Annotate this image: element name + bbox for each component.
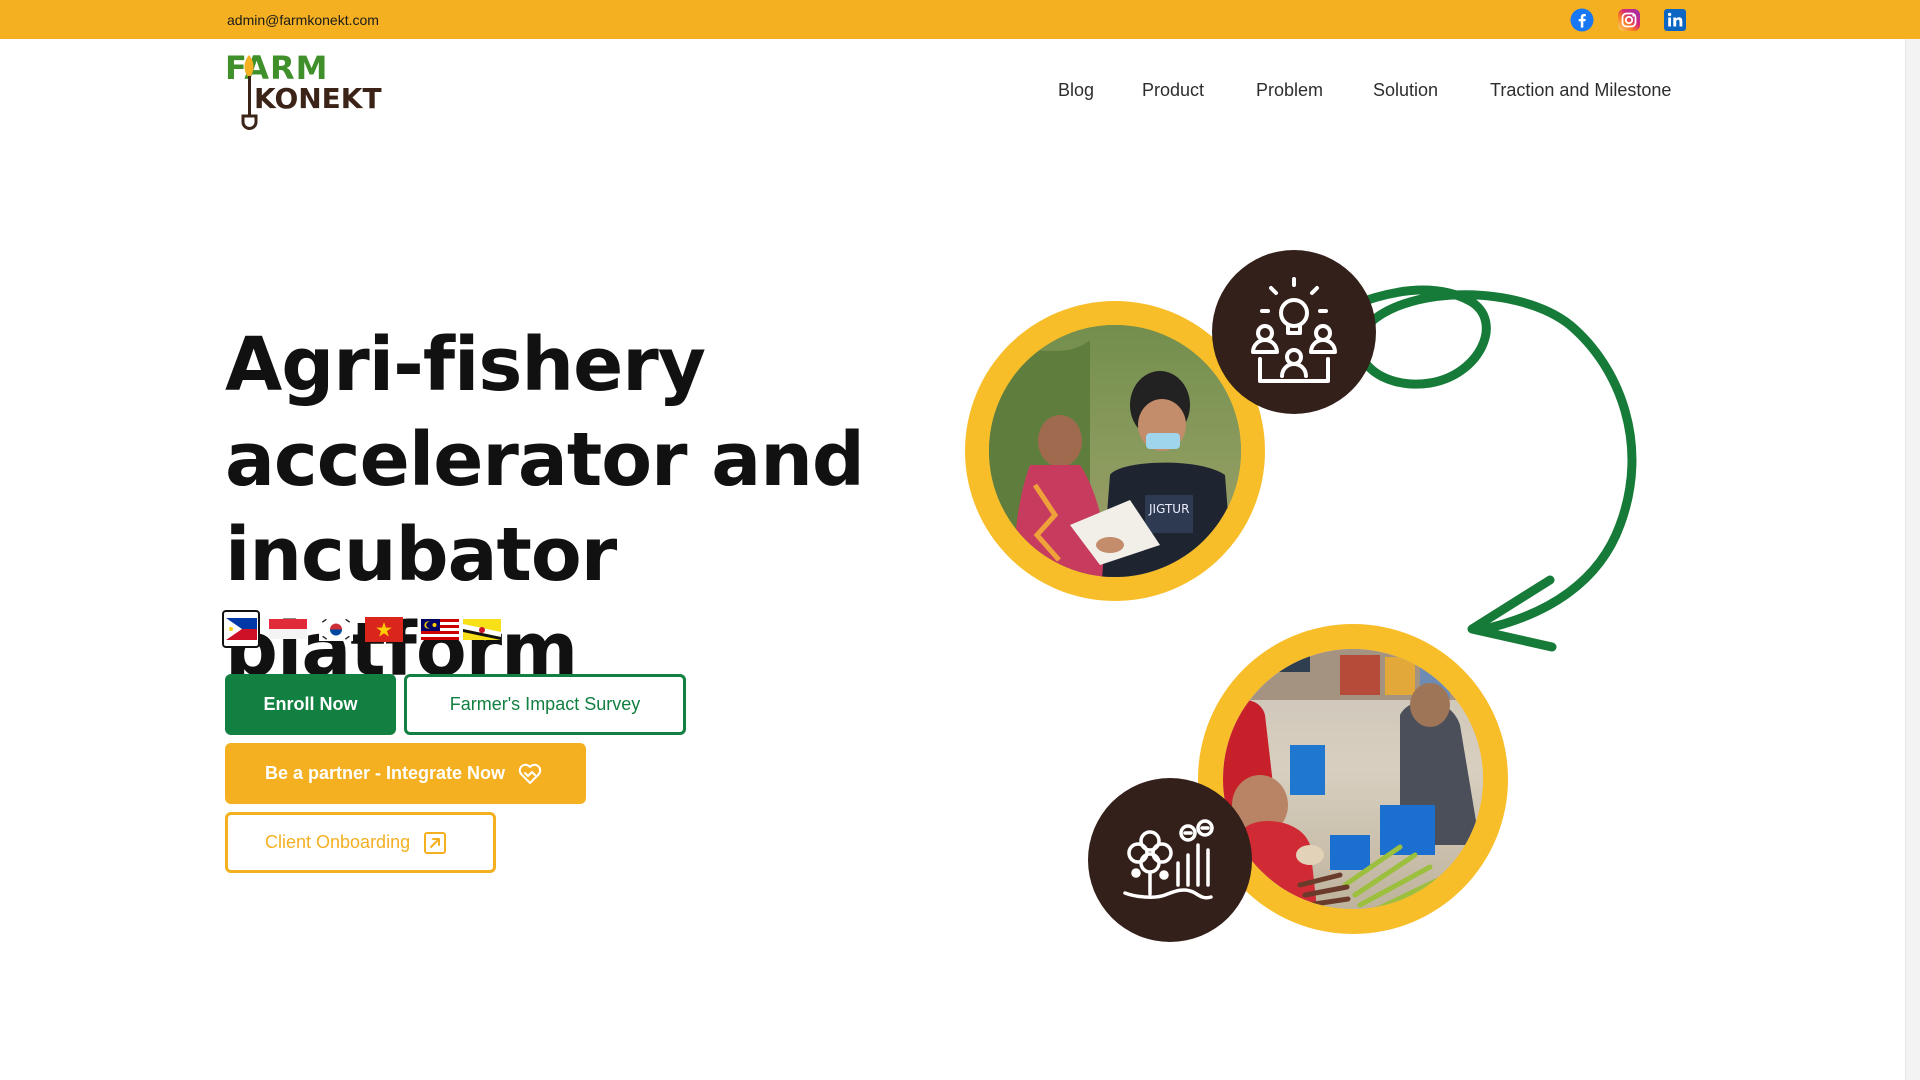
enroll-now-label: Enroll Now bbox=[263, 694, 358, 714]
malaysia-flag[interactable] bbox=[421, 610, 459, 648]
client-onboarding-label: Client Onboarding bbox=[265, 832, 411, 852]
farmers-impact-survey-label: Farmer's Impact Survey bbox=[449, 694, 641, 714]
curly-arrow-graphic bbox=[1348, 285, 1637, 652]
linkedin-icon[interactable] bbox=[1663, 8, 1687, 32]
hero-title-line-2: accelerator and bbox=[225, 417, 865, 503]
nav-problem[interactable]: Problem bbox=[1256, 80, 1323, 101]
enroll-now-button[interactable]: Enroll Now bbox=[225, 674, 396, 735]
facebook-icon[interactable] bbox=[1570, 8, 1594, 32]
vietnam-flag[interactable] bbox=[365, 610, 403, 648]
farmkonekt-logo[interactable]: FARM KONEKT bbox=[225, 52, 382, 134]
handshake-heart-icon bbox=[518, 763, 542, 784]
collaboration-idea-icon bbox=[1212, 250, 1376, 414]
investment-growth-icon bbox=[1088, 778, 1252, 942]
philippines-flag[interactable] bbox=[222, 610, 260, 648]
svg-text:JIGTUR: JIGTUR bbox=[1148, 502, 1189, 516]
top-bar: admin@farmkonekt.com bbox=[0, 0, 1920, 39]
nav-product[interactable]: Product bbox=[1142, 80, 1204, 101]
brunei-flag[interactable] bbox=[463, 610, 501, 648]
instagram-icon[interactable] bbox=[1617, 8, 1641, 32]
be-a-partner-label: Be a partner - Integrate Now bbox=[265, 763, 506, 783]
indonesia-flag[interactable] bbox=[269, 610, 307, 648]
shovel-logo-icon bbox=[241, 55, 258, 130]
hero-title-line-1: Agri-fishery bbox=[225, 322, 706, 408]
nav-traction-and-milestone[interactable]: Traction and Milestone bbox=[1490, 80, 1671, 101]
external-link-icon bbox=[424, 831, 447, 854]
hero-title-line-3: incubator platform bbox=[225, 512, 617, 693]
be-a-partner-button[interactable]: Be a partner - Integrate Now bbox=[225, 743, 586, 804]
vertical-scrollbar[interactable] bbox=[1905, 39, 1920, 1080]
client-onboarding-button[interactable]: Client Onboarding bbox=[225, 812, 496, 873]
contact-email[interactable]: admin@farmkonekt.com bbox=[227, 12, 379, 28]
farmers-impact-survey-button[interactable]: Farmer's Impact Survey bbox=[404, 674, 686, 735]
south-korea-flag[interactable] bbox=[317, 610, 355, 648]
hero-illustration: JIGTUR bbox=[965, 250, 1637, 942]
nav-solution[interactable]: Solution bbox=[1373, 80, 1438, 101]
nav-blog[interactable]: Blog bbox=[1058, 80, 1094, 101]
